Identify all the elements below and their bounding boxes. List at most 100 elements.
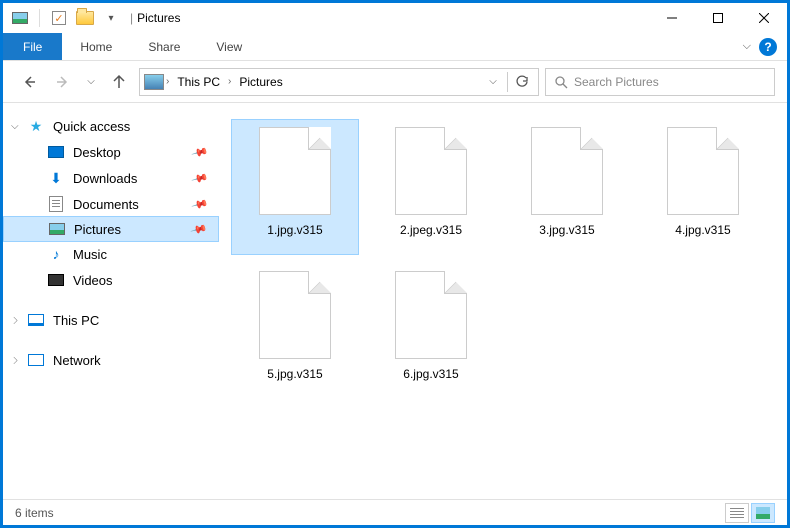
qat-properties-button[interactable]: ✓ [48, 7, 70, 29]
pin-icon: 📌 [190, 220, 208, 238]
qat-new-folder-button[interactable] [74, 7, 96, 29]
file-item[interactable]: 1.jpg.v315 [231, 119, 359, 255]
breadcrumb-this-pc[interactable]: This PC [171, 73, 226, 91]
recent-locations-button[interactable]: ⌵ [83, 68, 99, 96]
file-item[interactable]: 3.jpg.v315 [503, 119, 631, 255]
refresh-button[interactable] [510, 69, 534, 95]
navigation-pane: ⌵ ★ Quick access Desktop 📌 ⬇ Downloads 📌… [3, 103, 219, 499]
location-icon [144, 74, 164, 90]
downloads-icon: ⬇ [47, 169, 65, 187]
desktop-icon [47, 143, 65, 161]
music-icon: ♪ [47, 245, 65, 263]
file-item[interactable]: 4.jpg.v315 [639, 119, 767, 255]
tab-share[interactable]: Share [130, 33, 198, 60]
file-name: 4.jpg.v315 [675, 223, 730, 237]
chevron-right-icon[interactable]: › [166, 76, 169, 87]
file-name: 5.jpg.v315 [267, 367, 322, 381]
quick-access-toolbar: ✓ ▾ [9, 7, 122, 29]
up-arrow-icon [111, 74, 127, 90]
file-item[interactable]: 2.jpeg.v315 [367, 119, 495, 255]
file-icon [395, 271, 467, 359]
sidebar-item-label: Documents [73, 197, 139, 212]
status-bar: 6 items [3, 499, 787, 525]
sidebar-item-documents[interactable]: Documents 📌 [3, 191, 219, 217]
file-icon [259, 127, 331, 215]
thumbnails-view-button[interactable] [751, 503, 775, 523]
tab-home[interactable]: Home [62, 33, 130, 60]
sidebar-item-label: Music [73, 247, 107, 262]
pin-icon: 📌 [191, 169, 209, 187]
sidebar-item-label: Network [53, 353, 101, 368]
pin-icon: 📌 [191, 143, 209, 161]
expand-ribbon-button[interactable]: ⌵ [743, 40, 751, 53]
file-list[interactable]: 1.jpg.v315 2.jpeg.v315 3.jpg.v315 4.jpg.v31… [219, 103, 787, 499]
maximize-button[interactable] [695, 3, 741, 33]
help-button[interactable]: ? [759, 38, 777, 56]
pictures-icon [48, 220, 66, 238]
sidebar-item-videos[interactable]: Videos [3, 267, 219, 293]
file-name: 2.jpeg.v315 [400, 223, 462, 237]
sidebar-this-pc[interactable]: ⌵ This PC [3, 307, 219, 333]
videos-icon [47, 271, 65, 289]
ribbon-tabs: File Home Share View ⌵ ? [3, 33, 787, 61]
details-icon [730, 508, 744, 518]
file-name: 1.jpg.v315 [267, 223, 322, 237]
file-tab[interactable]: File [3, 33, 62, 60]
window-title: | Pictures [130, 11, 180, 25]
sidebar-item-label: Desktop [73, 145, 121, 160]
collapse-icon[interactable]: ⌵ [11, 121, 19, 132]
address-bar[interactable]: › This PC › Pictures ⌵ [139, 68, 539, 96]
file-name: 6.jpg.v315 [403, 367, 458, 381]
thumbnails-icon [756, 507, 770, 519]
search-input[interactable]: Search Pictures [545, 68, 775, 96]
pin-icon: 📌 [191, 195, 209, 213]
back-button[interactable] [15, 68, 43, 96]
tab-view[interactable]: View [198, 33, 260, 60]
file-item[interactable]: 5.jpg.v315 [231, 263, 359, 399]
close-icon [759, 13, 769, 23]
minimize-button[interactable] [649, 3, 695, 33]
item-count: 6 items [15, 506, 54, 520]
refresh-icon [515, 75, 529, 89]
sidebar-item-label: Pictures [74, 222, 121, 237]
up-button[interactable] [105, 68, 133, 96]
pc-icon [27, 311, 45, 329]
forward-arrow-icon [55, 74, 71, 90]
sidebar-item-desktop[interactable]: Desktop 📌 [3, 139, 219, 165]
sidebar-network[interactable]: ⌵ Network [3, 347, 219, 373]
sidebar-item-label: Downloads [73, 171, 137, 186]
search-placeholder: Search Pictures [574, 75, 659, 89]
details-view-button[interactable] [725, 503, 749, 523]
close-button[interactable] [741, 3, 787, 33]
minimize-icon [667, 13, 677, 23]
file-icon [531, 127, 603, 215]
file-icon [259, 271, 331, 359]
back-arrow-icon [21, 74, 37, 90]
navigation-bar: ⌵ › This PC › Pictures ⌵ Search Pictures [3, 61, 787, 103]
file-item[interactable]: 6.jpg.v315 [367, 263, 495, 399]
titlebar[interactable]: ✓ ▾ | Pictures [3, 3, 787, 33]
sidebar-item-downloads[interactable]: ⬇ Downloads 📌 [3, 165, 219, 191]
qat-customize-button[interactable]: ▾ [100, 7, 122, 29]
star-icon: ★ [27, 117, 45, 135]
sidebar-quick-access[interactable]: ⌵ ★ Quick access [3, 113, 219, 139]
address-dropdown-button[interactable]: ⌵ [481, 69, 505, 95]
expand-icon[interactable]: ⌵ [9, 356, 20, 364]
sidebar-item-label: This PC [53, 313, 99, 328]
sidebar-item-label: Videos [73, 273, 113, 288]
sidebar-item-music[interactable]: ♪ Music [3, 241, 219, 267]
breadcrumb-pictures[interactable]: Pictures [233, 73, 288, 91]
sidebar-item-label: Quick access [53, 119, 130, 134]
file-name: 3.jpg.v315 [539, 223, 594, 237]
documents-icon [47, 195, 65, 213]
expand-icon[interactable]: ⌵ [9, 316, 20, 324]
forward-button[interactable] [49, 68, 77, 96]
sidebar-item-pictures[interactable]: Pictures 📌 [3, 216, 219, 242]
app-icon [9, 7, 31, 29]
file-icon [667, 127, 739, 215]
view-mode-switcher [725, 503, 775, 523]
chevron-right-icon[interactable]: › [228, 76, 231, 87]
network-icon [27, 351, 45, 369]
maximize-icon [713, 13, 723, 23]
file-explorer-window: ✓ ▾ | Pictures File Home Share View ⌵ ? [3, 3, 787, 525]
